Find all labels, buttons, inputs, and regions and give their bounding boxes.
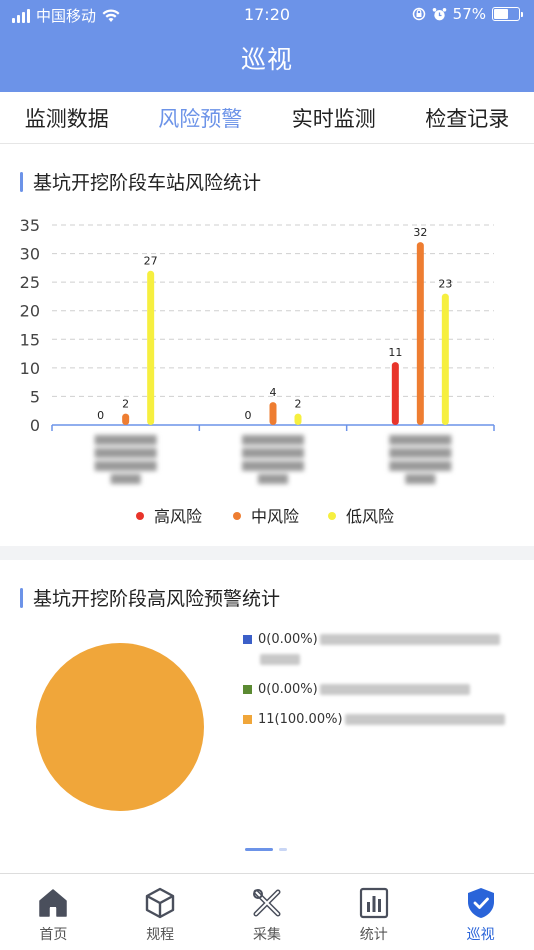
bar-value-label: 0 <box>97 409 104 422</box>
shield-check-icon <box>467 888 494 918</box>
bar-value-label: 32 <box>413 226 427 239</box>
y-tick-label: 15 <box>20 330 40 349</box>
legend-swatch <box>243 715 252 724</box>
obscured-label <box>260 654 300 665</box>
bar-value-label: 4 <box>270 386 277 399</box>
bar-high-risk <box>391 362 399 425</box>
obscured-label <box>319 684 470 695</box>
page-dot[interactable] <box>279 848 287 851</box>
obscured-text-block <box>110 474 141 484</box>
legend-swatch <box>243 635 252 644</box>
obscured-text-block <box>242 435 304 445</box>
tab-inspection-records[interactable]: 检查记录 <box>425 103 509 133</box>
obscured-text-block <box>94 448 157 458</box>
obscured-label <box>319 634 500 645</box>
legend-label: 低风险 <box>346 507 394 526</box>
battery-icon <box>492 7 523 21</box>
cube-icon <box>145 887 175 919</box>
y-tick-label: 25 <box>20 273 40 292</box>
obscured-text-block <box>405 474 436 484</box>
obscured-text-block <box>389 435 452 445</box>
obscured-text-block <box>242 461 304 471</box>
tools-icon <box>252 889 281 917</box>
section-title-text: 基坑开挖阶段高风险预警统计 <box>33 588 281 610</box>
carousel-indicator[interactable] <box>245 848 287 851</box>
station-risk-bar-chart: 0 5 10 15 20 25 30 35 0 0 11 2 4 32 27 2 23 高风险 中风险 低风险 <box>20 216 495 526</box>
legend-swatch <box>243 685 252 694</box>
tab-risk-warning[interactable]: 风险预警 <box>158 103 242 133</box>
x-category-label-obscured <box>94 435 157 484</box>
tab-realtime-monitoring[interactable]: 实时监测 <box>292 103 376 133</box>
nav-home[interactable]: 首页 <box>0 874 107 950</box>
bar-value-label: 27 <box>144 255 158 268</box>
bar-medium-risk <box>269 402 277 425</box>
pie-legend-item[interactable]: 0(0.00%) <box>243 630 513 670</box>
bar-chart-icon <box>359 887 388 919</box>
obscured-text-block <box>94 461 157 471</box>
section-title-text: 基坑开挖阶段车站风险统计 <box>33 172 262 194</box>
section-accent-bar <box>20 171 23 192</box>
pie-legend-item[interactable]: 0(0.00%) <box>243 680 513 700</box>
pie-value-label: 0(0.00%) <box>258 682 318 697</box>
pie-value-label: 11(100.00%) <box>258 712 343 727</box>
bar-medium-risk <box>416 242 424 425</box>
obscured-text-block <box>389 461 452 471</box>
bar-low-risk <box>147 270 155 425</box>
status-bar: 中国移动 17:20 57% <box>0 0 534 30</box>
bar-low-risk <box>441 293 449 425</box>
section-divider <box>0 546 534 560</box>
pie-value-label: 0(0.00%) <box>258 632 318 647</box>
battery-percent: 57% <box>452 5 486 23</box>
y-tick-label: 10 <box>20 359 40 378</box>
nav-label: 采集 <box>252 927 281 943</box>
pie-legend: 0(0.00%) 0(0.00%) 11(100.00%) <box>243 630 513 740</box>
obscured-text-block <box>242 448 304 458</box>
section-accent-bar <box>20 587 23 608</box>
nav-label: 统计 <box>359 927 388 943</box>
legend-label: 中风险 <box>251 507 299 526</box>
y-tick-label: 5 <box>30 387 40 406</box>
nav-label: 巡视 <box>466 927 495 943</box>
legend-label: 高风险 <box>154 507 202 526</box>
high-risk-pie-chart <box>36 643 204 811</box>
bottom-nav: 首页 规程 采集 统计 巡视 <box>0 873 534 950</box>
obscured-text-block <box>94 435 157 445</box>
pie-legend-item[interactable]: 11(100.00%) <box>243 710 513 730</box>
bar-value-label: 23 <box>438 278 452 291</box>
y-tick-label: 30 <box>20 245 40 264</box>
nav-statistics[interactable]: 统计 <box>320 874 427 950</box>
bar-value-label: 11 <box>388 346 402 359</box>
legend-marker <box>136 512 144 520</box>
section-title-station-risk: 基坑开挖阶段车站风险统计 <box>20 168 261 195</box>
y-tick-label: 20 <box>20 302 40 321</box>
x-category-label-obscured <box>242 435 304 484</box>
nav-patrol[interactable]: 巡视 <box>427 874 534 950</box>
nav-label: 规程 <box>146 927 175 943</box>
tab-monitoring-data[interactable]: 监测数据 <box>25 103 109 133</box>
bar-value-label: 0 <box>245 409 252 422</box>
x-category-label-obscured <box>389 435 452 484</box>
legend-marker <box>328 512 336 520</box>
section-title-high-risk: 基坑开挖阶段高风险预警统计 <box>20 584 280 611</box>
y-tick-label: 35 <box>20 216 40 235</box>
obscured-label <box>344 714 505 725</box>
bar-medium-risk <box>122 413 130 425</box>
y-tick-label: 0 <box>30 416 40 435</box>
bar-value-label: 2 <box>295 398 302 411</box>
page-dot-active[interactable] <box>245 848 273 851</box>
bar-value-label: 2 <box>122 398 129 411</box>
nav-label: 首页 <box>39 927 68 943</box>
legend-marker <box>233 512 241 520</box>
rotation-lock-icon <box>412 7 425 21</box>
nav-collect[interactable]: 采集 <box>214 874 321 950</box>
tab-bar: 监测数据 风险预警 实时监测 检查记录 <box>0 92 534 144</box>
page-title: 巡视 <box>240 45 293 74</box>
alarm-icon <box>432 7 446 20</box>
bar-low-risk <box>294 413 302 425</box>
obscured-text-block <box>258 474 288 484</box>
home-icon <box>39 889 68 917</box>
obscured-text-block <box>389 448 452 458</box>
app-header: 中国移动 17:20 57% 巡视 <box>0 0 534 92</box>
nav-regulations[interactable]: 规程 <box>107 874 214 950</box>
